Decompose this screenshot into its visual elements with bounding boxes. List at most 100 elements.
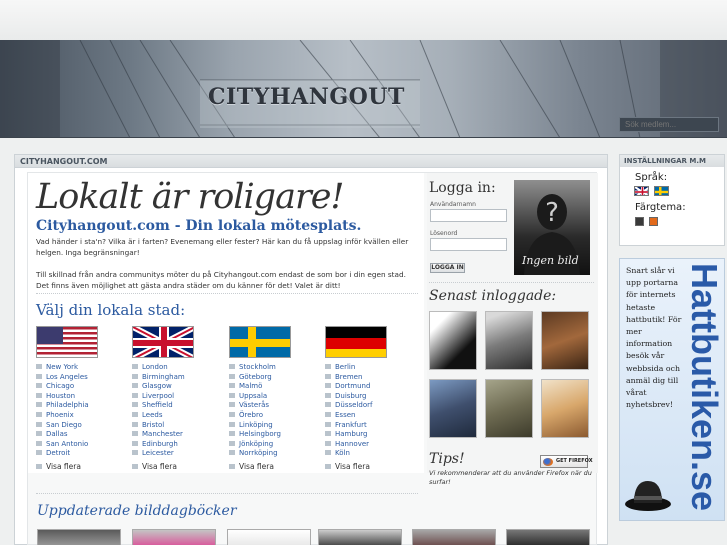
city-link[interactable]: Leeds [132,411,222,421]
city-link[interactable]: Göteborg [229,373,319,383]
city-list-sweden: Stockholm Göteborg Malmö Uppsala Västerå… [229,363,319,459]
login-column: Logga in: Användarnamn Lösenord LOGGA IN… [427,173,598,486]
no-picture-avatar: ? Ingen bild [514,180,590,275]
city-link[interactable]: New York [36,363,126,373]
show-more-link[interactable]: Visa flera [36,462,126,471]
germany-flag[interactable] [325,326,387,358]
username-label: Användarnamn [430,201,476,208]
member-thumbnail[interactable] [541,311,589,370]
city-list-germany: Berlin Bremen Dortmund Duisburg Düsseldo… [325,363,415,459]
choose-city-heading: Välj din lokala stad: [36,301,186,319]
language-label: Språk: [635,172,668,183]
country-uk: London Birmingham Glasgow Liverpool Shef… [132,326,222,471]
member-thumbnail[interactable] [541,379,589,438]
hero-heading: Lokalt är roligare! [36,177,344,217]
city-link[interactable]: Sheffield [132,401,222,411]
tips-text: Vi rekommenderar att du använder Firefox… [429,469,592,486]
city-link[interactable]: Hannover [325,440,415,450]
city-link[interactable]: London [132,363,222,373]
city-link[interactable]: Phoenix [36,411,126,421]
welcome-column: Lokalt är roligare! Cityhangout.com - Di… [28,173,424,473]
city-link[interactable]: Hamburg [325,430,415,440]
city-link[interactable]: Philadelphia [36,401,126,411]
show-more-link[interactable]: Visa flera [132,462,222,471]
diary-thumbnail[interactable] [132,529,216,545]
city-link[interactable]: Örebro [229,411,319,421]
site-logo[interactable]: CITYHANGOUT [208,84,405,110]
city-link[interactable]: Uppsala [229,392,319,402]
city-link[interactable]: Chicago [36,382,126,392]
city-link[interactable]: Dallas [36,430,126,440]
country-sweden: Stockholm Göteborg Malmö Uppsala Västerå… [229,326,319,471]
diary-thumbnail[interactable] [227,529,311,545]
divider [429,282,594,283]
hero-subtitle: Cityhangout.com - Din lokala mötesplats. [36,218,362,234]
intro-paragraph: Vad händer i sta'n? Vilka är i farten? E… [36,237,409,257]
city-link[interactable]: Helsingborg [229,430,319,440]
diary-thumbnail[interactable] [412,529,496,545]
city-link[interactable]: Edinburgh [132,440,222,450]
member-thumbnail[interactable] [429,311,477,370]
hattbutiken-ad[interactable]: Snart slår vi upp portarna för internets… [619,258,725,521]
show-more-link[interactable]: Visa flera [325,462,415,471]
city-link[interactable]: Manchester [132,430,222,440]
swedish-flag-icon[interactable] [654,186,669,196]
city-link[interactable]: Glasgow [132,382,222,392]
main-panel: CITYHANGOUT.COM Lokalt är roligare! City… [14,154,608,545]
color-theme-label: Färgtema: [635,202,686,213]
city-link[interactable]: San Antonio [36,440,126,450]
city-link[interactable]: Norrköping [229,449,319,459]
city-link[interactable]: Malmö [229,382,319,392]
city-link[interactable]: Bristol [132,421,222,431]
hat-icon [625,481,671,511]
city-link[interactable]: Jönköping [229,440,319,450]
ad-text: Snart slår vi upp portarna för internets… [626,266,682,410]
color-swatch-orange[interactable] [649,217,658,226]
diary-thumbnail[interactable] [318,529,402,545]
firefox-icon [543,458,553,466]
content-area: Lokalt är roligare! Cityhangout.com - Di… [27,172,598,545]
city-link[interactable]: Leicester [132,449,222,459]
city-link[interactable]: Duisburg [325,392,415,402]
city-link[interactable]: Detroit [36,449,126,459]
city-link[interactable]: Liverpool [132,392,222,402]
uk-flag[interactable] [132,326,194,358]
member-thumbnail[interactable] [485,379,533,438]
city-link[interactable]: Essen [325,411,415,421]
divider [36,293,418,294]
city-link[interactable]: Stockholm [229,363,319,373]
member-thumbnail[interactable] [429,379,477,438]
divider [36,493,418,494]
intro-paragraph: Till skillnad från andra communitys möte… [36,270,406,290]
city-link[interactable]: Berlin [325,363,415,373]
show-more-link[interactable]: Visa flera [229,462,319,471]
city-link[interactable]: Düsseldorf [325,401,415,411]
city-list-uk: London Birmingham Glasgow Liverpool Shef… [132,363,222,459]
diary-thumbnail[interactable] [506,529,590,545]
city-link[interactable]: Birmingham [132,373,222,383]
settings-box: INSTÄLLNINGAR M.M Språk: Färgtema: [619,154,725,246]
avatar-caption: Ingen bild [522,254,579,267]
username-input[interactable] [430,209,507,222]
city-link[interactable]: Los Angeles [36,373,126,383]
usa-flag[interactable] [36,326,98,358]
get-firefox-button[interactable]: GET FIREFOX [540,455,593,468]
city-link[interactable]: Västerås [229,401,319,411]
city-link[interactable]: Bremen [325,373,415,383]
member-search-input[interactable] [619,117,719,132]
city-link[interactable]: Frankfurt [325,421,415,431]
city-link[interactable]: Linköping [229,421,319,431]
city-link[interactable]: Dortmund [325,382,415,392]
english-flag-icon[interactable] [634,186,649,196]
city-link[interactable]: San Diego [36,421,126,431]
city-link[interactable]: Houston [36,392,126,402]
diary-thumbnail[interactable] [37,529,121,545]
sweden-flag[interactable] [229,326,291,358]
city-link[interactable]: Köln [325,449,415,459]
latest-logged-in-heading: Senast inloggade: [429,288,557,304]
password-input[interactable] [430,238,507,251]
password-label: Lösenord [430,230,458,237]
color-swatch-dark[interactable] [635,217,644,226]
login-button[interactable]: LOGGA IN [430,263,465,273]
member-thumbnail[interactable] [485,311,533,370]
